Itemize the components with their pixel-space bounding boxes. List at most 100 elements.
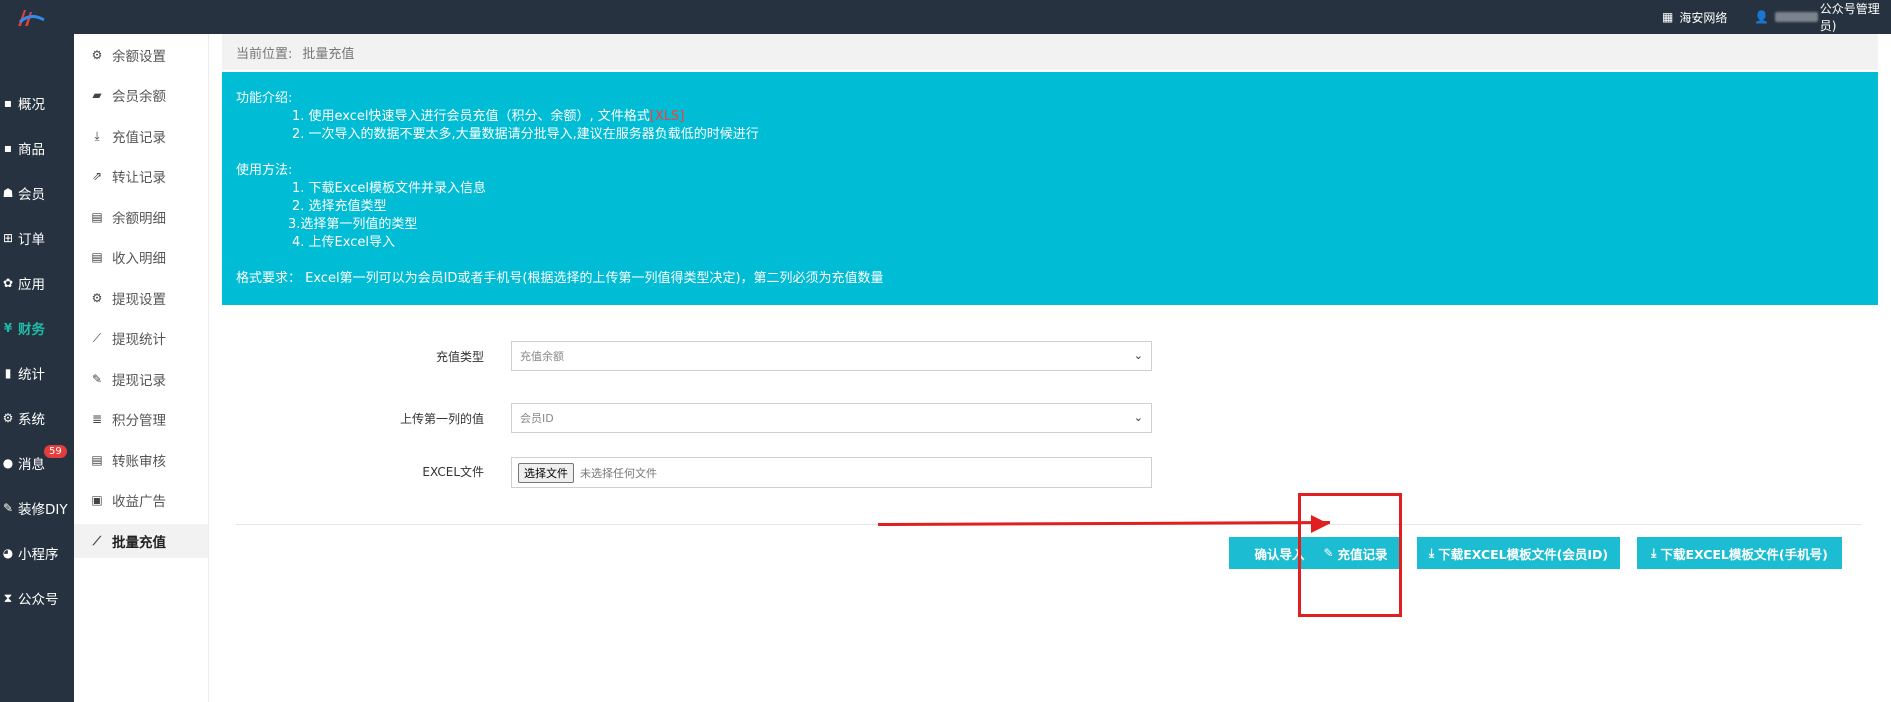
subnav-label: 提现记录: [112, 373, 166, 389]
file-icon: ▤: [91, 210, 103, 224]
nav-item-label: 装修DIY: [18, 502, 68, 518]
subnav-label: 转账审核: [112, 454, 166, 470]
file-icon: ▤: [91, 250, 103, 264]
intro-line-1-text: 1. 使用excel快速导入进行会员充值（积分、余额）, 文件格式: [292, 109, 650, 124]
breadcrumb-current: 批量充值: [302, 46, 355, 62]
nav-item-messages[interactable]: ● 消息 59: [0, 443, 74, 483]
subnav-withdraw-stats[interactable]: ⟋ 提现统计: [74, 321, 208, 355]
main-sidebar: ▪ 概况 ▪ 商品 ☗ 会员 ⊞ 订单 ✿ 应用 ¥ 财务 ▮ 统计 ⚙ 系统 …: [0, 34, 74, 702]
nav-item-label: 订单: [18, 232, 45, 248]
user-role-label: 公众号管理员): [1819, 2, 1880, 33]
gear-icon: ⚙: [91, 48, 103, 62]
subnav-withdraw-settings[interactable]: ⚙ 提现设置: [74, 281, 208, 315]
gear-icon: ⚙: [91, 291, 103, 305]
user-name-redacted: [1774, 12, 1818, 22]
subnav-label: 充值记录: [112, 130, 166, 146]
subnav-label: 提现设置: [112, 292, 166, 308]
file-format-tag: [XLS]: [649, 109, 685, 124]
nav-item-label: 消息: [18, 457, 45, 473]
bar-chart-icon: ▮: [4, 366, 12, 380]
download-phone-label: 下载EXCEL模板文件(手机号): [1660, 546, 1828, 562]
nav-item-overview[interactable]: ▪ 概况: [0, 83, 74, 123]
network-label: 海安网络: [1679, 10, 1728, 25]
intro-title: 功能介绍:: [236, 91, 293, 106]
subnav-income-details[interactable]: ▤ 收入明细: [74, 240, 208, 274]
nav-item-diy[interactable]: ✎ 装修DIY: [0, 488, 74, 528]
nav-item-label: 小程序: [18, 547, 59, 563]
nav-item-statistics[interactable]: ▮ 统计: [0, 353, 74, 393]
recharge-type-select[interactable]: 充值余额 ⌄: [511, 341, 1152, 371]
usage-line-1: 1. 下载Excel模板文件并录入信息: [292, 181, 486, 196]
subnav-label: 余额设置: [112, 49, 166, 65]
logo-icon[interactable]: [16, 8, 46, 28]
subnav-label: 提现统计: [112, 332, 166, 348]
message-count-badge: 59: [44, 445, 67, 458]
subnav-balance-details[interactable]: ▤ 余额明细: [74, 200, 208, 234]
usage-line-2: 2. 选择充值类型: [292, 199, 387, 214]
annotation-arrow-line: [877, 521, 1331, 526]
excel-file-input[interactable]: 选择文件 未选择任何文件: [511, 457, 1152, 488]
nav-item-label: 应用: [18, 277, 45, 293]
nav-item-apps[interactable]: ✿ 应用: [0, 263, 74, 303]
first-column-select[interactable]: 会员ID ⌄: [511, 403, 1152, 433]
subnav-points-management[interactable]: ≣ 积分管理: [74, 402, 208, 436]
download-icon: ⤓: [1428, 545, 1435, 560]
chevron-down-icon: ⌄: [1133, 411, 1143, 424]
usage-line-3: 3.选择第一列值的类型: [288, 217, 418, 232]
choose-file-button[interactable]: 选择文件: [518, 462, 574, 483]
nav-item-label: 统计: [18, 367, 45, 383]
file-icon: ▤: [91, 453, 103, 467]
subnav-transfer-records[interactable]: ⇗ 转让记录: [74, 159, 208, 193]
subnav-label: 积分管理: [112, 413, 166, 429]
format-requirement: 格式要求： Excel第一列可以为会员ID或者手机号(根据选择的上传第一列值得类…: [236, 271, 884, 286]
hourglass-icon: ⧗: [3, 590, 13, 605]
subnav-label: 会员余额: [112, 89, 166, 105]
download-template-member-id-button[interactable]: ⤓ 下载EXCEL模板文件(会员ID): [1417, 537, 1620, 569]
intro-line-2: 2. 一次导入的数据不要太多,大量数据请分批导入,建议在服务器负载低的时候进行: [292, 127, 759, 142]
nav-item-system[interactable]: ⚙ 系统: [0, 398, 74, 438]
download-member-id-label: 下载EXCEL模板文件(会员ID): [1438, 546, 1609, 562]
external-link-icon: ⇗: [91, 169, 103, 183]
nav-item-label: 商品: [18, 142, 45, 158]
nav-item-members[interactable]: ☗ 会员: [0, 173, 74, 213]
nav-item-official-account[interactable]: ⧗ 公众号: [0, 578, 74, 618]
download-icon: ⤓: [1651, 545, 1657, 560]
network-link[interactable]: ▦ 海安网络: [1662, 0, 1727, 34]
database-icon: ≣: [91, 412, 103, 426]
grid-icon: ▦: [1662, 10, 1674, 24]
message-icon: ●: [2, 456, 14, 470]
recharge-type-label: 充值类型: [435, 350, 484, 364]
first-column-value: 会员ID: [520, 412, 554, 425]
download-icon: ⤓: [94, 128, 100, 143]
subnav-withdraw-records[interactable]: ✎ 提现记录: [74, 362, 208, 396]
nav-item-label: 公众号: [18, 592, 59, 608]
first-column-label: 上传第一列的值: [399, 412, 484, 426]
annotation-highlight-box: [1298, 493, 1402, 617]
user-menu[interactable]: 👤 公众号管理员): [1754, 0, 1891, 34]
usage-line-4: 4. 上传Excel导入: [292, 235, 395, 250]
subnav-balance-settings[interactable]: ⚙ 余额设置: [74, 38, 208, 72]
pencil-icon: ✎: [91, 372, 103, 386]
excel-file-label: EXCEL文件: [422, 465, 484, 479]
image-icon: ▣: [91, 493, 103, 507]
subnav-label: 收入明细: [112, 251, 166, 267]
cart-icon: ⊞: [2, 231, 14, 245]
download-template-phone-button[interactable]: ⤓ 下载EXCEL模板文件(手机号): [1637, 537, 1842, 569]
nav-item-finance[interactable]: ¥ 财务: [0, 308, 74, 348]
subnav-label: 余额明细: [112, 211, 166, 227]
recharge-type-value: 充值余额: [520, 350, 564, 363]
instructions-panel: 功能介绍: 1. 使用excel快速导入进行会员充值（积分、余额）, 文件格式[…: [222, 72, 1878, 305]
line-chart-icon: ⟋: [92, 330, 102, 345]
subnav-transfer-review[interactable]: ▤ 转账审核: [74, 443, 208, 477]
nav-item-orders[interactable]: ⊞ 订单: [0, 218, 74, 258]
finance-submenu: ⚙ 余额设置 ▰ 会员余额 ⤓ 充值记录 ⇗ 转让记录 ▤ 余额明细 ▤ 收入明…: [74, 34, 209, 702]
nav-item-goods[interactable]: ▪ 商品: [0, 128, 74, 168]
subnav-member-balance[interactable]: ▰ 会员余额: [74, 78, 208, 112]
breadcrumb-prefix: 当前位置:: [236, 46, 293, 62]
intro-line-1: 1. 使用excel快速导入进行会员充值（积分、余额）, 文件格式[XLS]: [236, 108, 1864, 126]
subnav-revenue-ads[interactable]: ▣ 收益广告: [74, 483, 208, 517]
subnav-recharge-records[interactable]: ⤓ 充值记录: [74, 119, 208, 153]
nav-item-miniprogram[interactable]: ◕ 小程序: [0, 533, 74, 573]
dashboard-icon: ▪: [3, 96, 13, 110]
subnav-batch-recharge[interactable]: ⟋ 批量充值: [74, 524, 208, 558]
